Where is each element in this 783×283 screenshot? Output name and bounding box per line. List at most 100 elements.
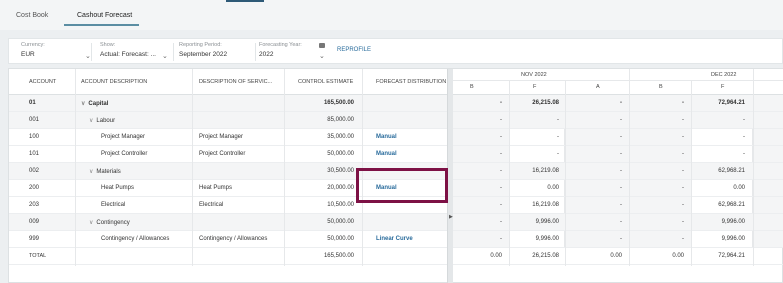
chevron-down-icon[interactable]: ∨ [81,101,85,107]
control-estimate-cell: 30,500.00 [327,168,354,174]
table-row[interactable]: 100 Project Manager Project Manager 35,000.… [9,129,783,146]
total-row: TOTAL 165,500.00 0.00 26,215.08 0.00 0.00 72,9… [9,248,783,265]
top-bar: Cost Book Cashout Forecast [0,0,783,30]
forecast-value-cell: - [743,134,745,140]
row-right-part: - 16,219.08 - - 62,968.21 [447,197,783,213]
calendar-icon[interactable] [319,43,325,48]
total-value-cell: 26,215.08 [532,253,559,259]
chevron-down-icon: ⌄ [162,53,168,60]
forecast-value-cell: - [682,151,684,157]
forecast-value-cell: 16,219.08 [532,168,559,174]
forecast-value-cell: 72,964.21 [718,100,745,106]
control-estimate-cell: 10,500.00 [327,202,354,208]
account-description-cell: Heat Pumps [101,185,134,191]
col-control-estimate[interactable]: CONTROL ESTIMATE [298,79,353,85]
service-description-cell: Contingency / Allowances [199,236,268,242]
reprofile-button[interactable]: REPROFILE [337,47,371,53]
table-row[interactable]: 999 Contingency / Allowances Contingency /… [9,231,783,248]
account-description-text: Contingency [96,220,130,226]
forecast-value-cell: - [682,236,684,242]
forecast-value-cell: - [682,185,684,191]
table-row[interactable]: 001 ∨ Labour 85,000.00 - - - - - [9,112,783,129]
forecast-value-cell: - [682,100,684,106]
reporting-period-select[interactable]: Reporting Period: September 2022 [179,42,255,58]
service-description-cell: Heat Pumps [199,185,233,191]
col-forecast-distribution[interactable]: FORECAST DISTRIBUTION [376,79,446,85]
account-description-cell[interactable]: ∨ Labour [89,117,115,124]
row-right-part: - 9,996.00 - - 9,996.00 [447,214,783,230]
account-description-cell: Project Controller [101,151,147,157]
currency-select[interactable]: Currency: EUR ⌄ [21,42,95,60]
tab-cashout-forecast[interactable]: Cashout Forecast [77,12,132,19]
forecast-value-cell: - [620,168,622,174]
account-description-text: Capital [88,101,109,107]
forecast-value-cell: - [500,185,502,191]
chevron-down-icon: ⌄ [85,53,91,60]
forecast-value-cell: 9,996.00 [721,236,745,242]
service-description-cell: Electrical [199,202,224,208]
account-cell: 999 [29,236,40,242]
col-divider [75,69,76,266]
subcol-dec-f: F [721,84,725,90]
total-value-cell: 72,964.21 [718,253,745,259]
account-description-cell[interactable]: ∨ Materials [89,168,121,175]
forecast-value-cell: 0.00 [547,185,559,191]
caret-right-icon[interactable]: ▶ [449,214,453,220]
table-row[interactable]: 01 ∨ Capital 165,500.00 - 26,215.08 - - 72,964.2… [9,95,783,112]
forecast-value-cell: - [620,185,622,191]
col-service-description[interactable]: DESCRIPTION OF SERVIC... [199,79,272,85]
forecast-value-cell: 9,996.00 [535,219,559,225]
forecast-distribution-link[interactable]: Manual [376,151,397,157]
currency-value: EUR [21,51,35,58]
table-row[interactable]: 101 Project Controller Project Controller 5… [9,146,783,163]
forecast-value-cell: - [620,219,622,225]
account-description-cell: Electrical [101,202,125,208]
chevron-down-icon[interactable]: ∨ [89,220,93,226]
row-right-part: ----- [447,112,783,128]
col-divider [691,81,692,266]
account-description-cell[interactable]: ∨ Contingency [89,219,130,226]
header-divider [453,80,783,81]
col-divider [192,69,193,266]
col-account[interactable]: ACCOUNT [29,79,56,85]
chevron-down-icon: ⌄ [319,53,325,60]
chevron-down-icon[interactable]: ∨ [89,169,93,175]
col-account-description[interactable]: ACCOUNT DESCRIPTION [81,79,147,85]
forecast-distribution-link[interactable]: Manual [376,134,397,140]
row-right-part: - 9,996.00 - - 9,996.00 [447,231,783,247]
total-value-cell: 0.00 [610,253,622,259]
forecast-value-cell: - [557,134,559,140]
account-description-text: Project Controller [101,151,148,157]
account-cell: 203 [29,202,40,208]
account-description-cell: Project Manager [101,134,145,140]
row-right-part: - 0.00 - - 0.00 [447,180,783,196]
account-cell: 200 [29,185,40,191]
service-description-cell: Project Controller [199,151,246,157]
row-right-part: - 26,215.08 - - 72,964.21 [447,95,783,111]
filter-divider [173,43,174,61]
grid-header-right: NOV 2022 DEC 2022 B F A B F [453,69,783,95]
forecast-value-cell: - [500,151,502,157]
account-description-cell[interactable]: ∨ Capital [81,100,108,107]
row-right-part: - 16,219.08 - - 62,968.21 [447,163,783,179]
control-estimate-cell: 165,500.00 [323,100,354,106]
forecast-value-cell: 16,219.08 [532,202,559,208]
tab-cost-book[interactable]: Cost Book [16,12,48,19]
subcol-nov-a: A [596,84,600,90]
account-description-cell: Contingency / Allowances [101,236,169,242]
table-row[interactable]: 009 ∨ Contingency 50,000.00 - 9,996.00 - - 9,996… [9,214,783,231]
account-cell: 01 [29,100,36,106]
show-select[interactable]: Show: Actual: Forecast: ... ⌄ [100,42,172,60]
chevron-down-icon[interactable]: ∨ [89,118,93,124]
forecast-value-cell: 9,996.00 [535,236,559,242]
filter-divider [91,43,92,61]
service-description-cell: Project Manager [199,134,244,140]
forecast-value-cell: - [500,219,502,225]
month-header-nov: NOV 2022 [521,72,547,78]
forecast-value-cell: - [682,168,684,174]
account-cell: 101 [29,151,40,157]
currency-label: Currency: [21,42,45,48]
control-estimate-cell: 20,000.00 [327,185,354,191]
forecast-value-cell: - [500,117,502,123]
forecast-distribution-link[interactable]: Linear Curve [376,236,413,242]
